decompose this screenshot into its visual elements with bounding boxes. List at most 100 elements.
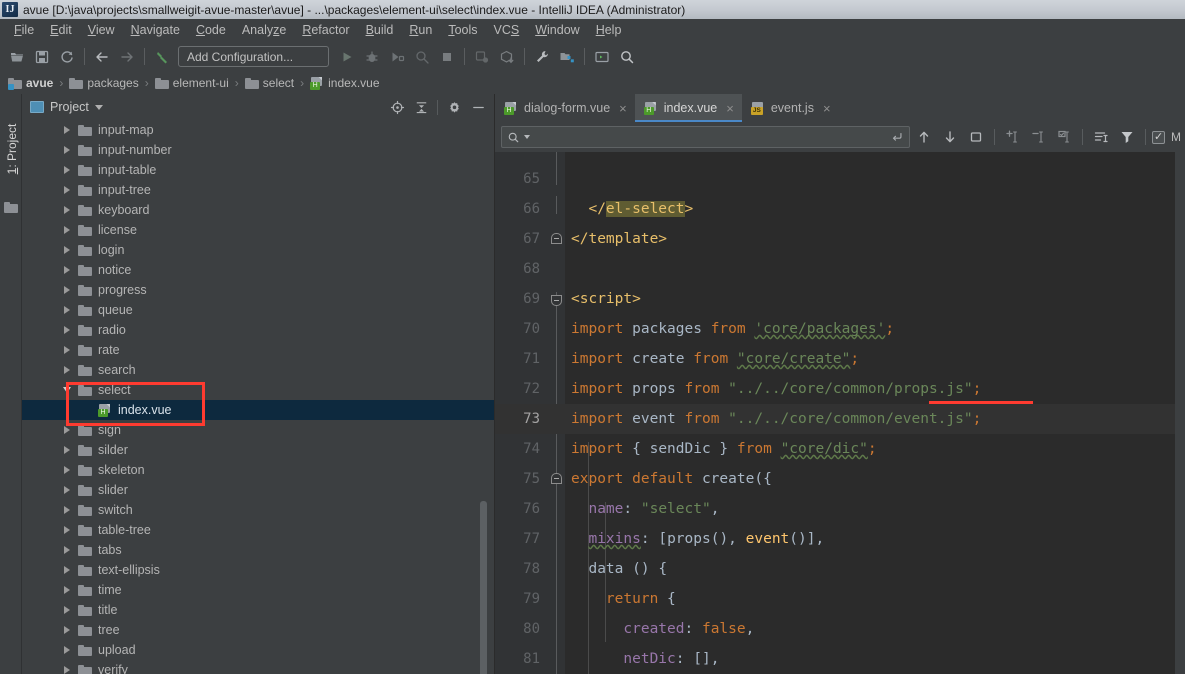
code-line-74[interactable]: 74 import { sendDic } from "core/dic"; <box>495 434 1185 464</box>
tree-row[interactable]: queue <box>22 300 495 320</box>
chevron-down-icon[interactable] <box>60 387 74 393</box>
editor-tab-index-vue[interactable]: H index.vue × <box>634 94 742 122</box>
tree-row[interactable]: table-tree <box>22 520 495 540</box>
chevron-right-icon[interactable] <box>60 286 74 294</box>
remove-selection-icon[interactable] <box>1027 125 1051 149</box>
menu-code[interactable]: Code <box>188 21 234 39</box>
close-icon[interactable]: × <box>726 102 734 115</box>
find-previous-icon[interactable] <box>912 125 936 149</box>
project-tree-scrollbar[interactable] <box>480 501 487 674</box>
tree-row[interactable]: time <box>22 580 495 600</box>
chevron-right-icon[interactable] <box>60 226 74 234</box>
chevron-right-icon[interactable] <box>60 266 74 274</box>
editor-tab-dialog-form-vue[interactable]: H dialog-form.vue × <box>495 94 635 122</box>
filter-funnel-icon[interactable] <box>1115 125 1139 149</box>
tree-row[interactable]: input-tree <box>22 180 495 200</box>
tree-row[interactable]: switch <box>22 500 495 520</box>
breadcrumb-item-index-vue[interactable]: H index.vue <box>310 76 380 90</box>
multiline-return-icon[interactable] <box>890 130 904 144</box>
code-line-70[interactable]: 70 import packages from 'core/packages'; <box>495 314 1185 484</box>
chevron-right-icon[interactable] <box>60 586 74 594</box>
project-file-tree[interactable]: input-map input-number input-table input-tr… <box>22 120 495 674</box>
add-selection-icon[interactable] <box>1001 125 1025 149</box>
chevron-right-icon[interactable] <box>60 246 74 254</box>
chevron-right-icon[interactable] <box>60 626 74 634</box>
chevron-right-icon[interactable] <box>60 306 74 314</box>
code-line-67[interactable]: 67 </template> <box>495 224 1185 306</box>
save-all-icon[interactable] <box>30 45 54 69</box>
breadcrumb-item-avue[interactable]: avue <box>8 76 53 90</box>
breadcrumb-item-packages[interactable]: packages <box>69 76 139 90</box>
chevron-right-icon[interactable] <box>60 426 74 434</box>
chevron-right-icon[interactable] <box>60 126 74 134</box>
collapse-all-icon[interactable] <box>410 96 432 118</box>
code-line-68[interactable]: 68 <box>495 254 1185 284</box>
menu-refactor[interactable]: Refactor <box>294 21 357 39</box>
run-icon[interactable] <box>335 45 359 69</box>
chevron-right-icon[interactable] <box>60 366 74 374</box>
back-arrow-icon[interactable] <box>90 45 114 69</box>
code-line-65[interactable]: 65 <box>495 164 1185 194</box>
menu-analyze[interactable]: Analyze <box>234 21 294 39</box>
code-line-75[interactable]: 75 export default create({ <box>495 464 1185 494</box>
menu-edit[interactable]: Edit <box>42 21 80 39</box>
chevron-right-icon[interactable] <box>60 566 74 574</box>
tree-row[interactable]: skeleton <box>22 460 495 480</box>
code-line-66[interactable]: 66 </el-select> <box>495 194 1185 244</box>
tree-row[interactable]: slider <box>22 480 495 500</box>
chevron-right-icon[interactable] <box>60 166 74 174</box>
profile-icon[interactable] <box>410 45 434 69</box>
tree-row[interactable]: radio <box>22 320 495 340</box>
code-line-73[interactable]: 73 import event from "../../core/common/… <box>495 404 1185 434</box>
tree-row[interactable]: upload <box>22 640 495 660</box>
tree-row[interactable]: rate <box>22 340 495 360</box>
chevron-right-icon[interactable] <box>60 606 74 614</box>
tree-row[interactable]: tabs <box>22 540 495 560</box>
chevron-right-icon[interactable] <box>60 546 74 554</box>
tree-row[interactable]: license <box>22 220 495 240</box>
editor-right-gutter[interactable] <box>1175 152 1185 674</box>
menu-file[interactable]: File <box>6 21 42 39</box>
code-line-76[interactable]: 76 name: "select", <box>495 494 1185 524</box>
tree-row[interactable]: input-number <box>22 140 495 160</box>
code-line-77[interactable]: 77 mixins: [props(), event()], <box>495 524 1185 554</box>
tree-row[interactable]: keyboard <box>22 200 495 220</box>
menu-navigate[interactable]: Navigate <box>123 21 188 39</box>
tree-row[interactable]: login <box>22 240 495 260</box>
project-panel-title-group[interactable]: Project <box>30 100 103 114</box>
tree-row[interactable]: progress <box>22 280 495 300</box>
find-next-icon[interactable] <box>938 125 962 149</box>
search-input[interactable] <box>534 130 887 144</box>
search-magnifier-icon[interactable] <box>507 131 520 144</box>
chevron-down-icon[interactable] <box>94 104 103 110</box>
tree-row[interactable]: sign <box>22 420 495 440</box>
chevron-right-icon[interactable] <box>60 526 74 534</box>
code-line-79[interactable]: 79 return { <box>495 584 1185 614</box>
toolwindow-tab-project[interactable]: 1: Project <box>1 113 23 185</box>
commit-icon[interactable] <box>495 45 519 69</box>
update-project-icon[interactable] <box>470 45 494 69</box>
breadcrumb-item-element-ui[interactable]: element-ui <box>154 76 229 90</box>
hide-panel-icon[interactable] <box>467 96 489 118</box>
menu-view[interactable]: View <box>80 21 123 39</box>
chevron-right-icon[interactable] <box>60 646 74 654</box>
sync-refresh-icon[interactable] <box>55 45 79 69</box>
menu-tools[interactable]: Tools <box>440 21 485 39</box>
settings-wrench-icon[interactable] <box>530 45 554 69</box>
tree-row[interactable]: verify <box>22 660 495 674</box>
chevron-right-icon[interactable] <box>60 326 74 334</box>
select-all-icon[interactable] <box>1053 125 1077 149</box>
tree-row[interactable]: title <box>22 600 495 620</box>
locate-in-tree-icon[interactable] <box>386 96 408 118</box>
forward-arrow-icon[interactable] <box>115 45 139 69</box>
editor-tab-event-js[interactable]: JS event.js × <box>742 94 839 122</box>
code-line-69[interactable]: 69 <script> <box>495 284 1185 424</box>
tree-row[interactable]: Hindex.vue <box>22 400 495 420</box>
tree-row[interactable]: input-table <box>22 160 495 180</box>
code-line-81[interactable]: 81 netDic: [], <box>495 644 1185 674</box>
chevron-right-icon[interactable] <box>60 446 74 454</box>
code-line-78[interactable]: 78 data () { <box>495 554 1185 584</box>
open-project-icon[interactable] <box>5 45 29 69</box>
code-line-71[interactable]: 71 import create from "core/create"; <box>495 344 1185 374</box>
tree-row[interactable]: select <box>22 380 495 400</box>
